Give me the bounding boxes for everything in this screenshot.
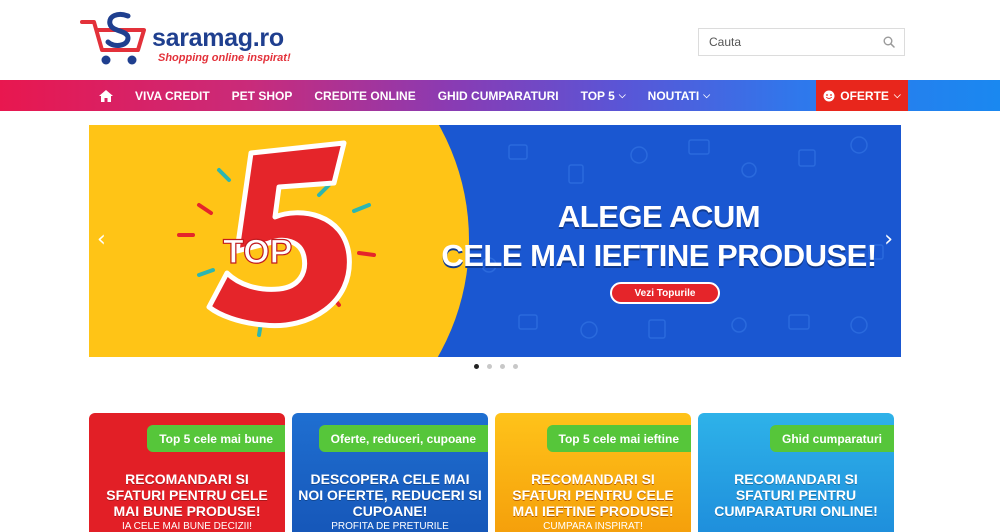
card-badge: Top 5 cele mai bune — [147, 425, 285, 452]
headline-line-2: CELE MAI IEFTINE PRODUSE! — [441, 238, 877, 273]
card-title: RECOMANDARI SI SFATURI PENTRU CELE MAI B… — [106, 471, 268, 519]
home-icon — [99, 89, 113, 102]
hero-slider[interactable]: TOP ALEGE ACUM CELE MAI IEFTINE PRODUSE!… — [89, 125, 901, 357]
chevron-down-icon: ⌵ — [703, 90, 711, 100]
card-subtitle: CUMPARA INSPIRAT! — [543, 521, 643, 532]
site-logo[interactable]: saramag.ro Shopping online inspirat! — [80, 10, 300, 70]
slider-dots — [474, 364, 518, 369]
nav-item-label: CREDITE ONLINE — [314, 88, 416, 103]
card-subtitle: PROFITA DE PRETURILE — [331, 521, 449, 532]
promo-card-ghid[interactable]: Ghid cumparaturi RECOMANDARI SI SFATURI … — [698, 413, 894, 532]
nav-item-top-5[interactable]: TOP 5 ⌵ — [570, 80, 637, 111]
nav-item-credite-online[interactable]: CREDITE ONLINE — [303, 80, 426, 111]
card-badge: Ghid cumparaturi — [769, 425, 894, 452]
slider-dot[interactable] — [513, 364, 518, 369]
top-label: TOP — [223, 233, 292, 271]
nav-home[interactable] — [88, 80, 124, 111]
promo-card-top5-ieftine[interactable]: Top 5 cele mai ieftine RECOMANDARI SI SF… — [495, 413, 691, 532]
search-icon[interactable] — [883, 36, 895, 48]
card-title: RECOMANDARI SI SFATURI PENTRU CUMPARATUR… — [714, 471, 878, 519]
search-input[interactable] — [699, 29, 879, 55]
chevron-down-icon: ⌵ — [618, 90, 626, 100]
header: saramag.ro Shopping online inspirat! — [0, 0, 1000, 80]
logo-name: saramag.ro — [152, 24, 284, 52]
promo-card-oferte[interactable]: Oferte, reduceri, cupoane DESCOPERA CELE… — [292, 413, 488, 532]
slider-headline: ALEGE ACUM CELE MAI IEFTINE PRODUSE! — [439, 197, 879, 275]
card-title: RECOMANDARI SI SFATURI PENTRU CELE MAI I… — [512, 471, 674, 519]
nav-item-viva-credit[interactable]: VIVA CREDIT — [124, 80, 221, 111]
chevron-right-icon[interactable]: › — [884, 229, 893, 251]
slider-dot[interactable] — [487, 364, 492, 369]
search-box[interactable] — [698, 28, 905, 56]
logo-tagline: Shopping online inspirat! — [158, 52, 291, 64]
promo-card-top5-bune[interactable]: Top 5 cele mai bune RECOMANDARI SI SFATU… — [89, 413, 285, 532]
headline-line-1: ALEGE ACUM — [557, 199, 761, 234]
nav-item-label: NOUTATI — [647, 88, 700, 103]
nav-item-label: VIVA CREDIT — [135, 88, 210, 103]
card-badge: Oferte, reduceri, cupoane — [318, 425, 488, 452]
nav-item-oferte[interactable]: OFERTE ⌵ — [816, 80, 908, 111]
slider-dot[interactable] — [474, 364, 479, 369]
vezi-topurile-button[interactable]: Vezi Topurile — [610, 282, 720, 304]
slider-dot[interactable] — [500, 364, 505, 369]
cart-logo-icon — [80, 11, 146, 65]
chevron-down-icon: ⌵ — [893, 90, 901, 100]
chevron-left-icon[interactable]: ‹ — [97, 229, 106, 251]
oferte-label: OFERTE — [840, 88, 889, 103]
top5-graphic: TOP — [177, 140, 376, 337]
emoji-icon — [823, 90, 835, 101]
nav-item-noutati[interactable]: NOUTATI ⌵ — [637, 80, 721, 111]
nav-item-pet-shop[interactable]: PET SHOP — [221, 80, 304, 111]
card-subtitle: IA CELE MAI BUNE DECIZII! — [121, 521, 253, 532]
card-title: DESCOPERA CELE MAI NOI OFERTE, REDUCERI … — [298, 471, 482, 519]
nav-item-label: GHID CUMPARATURI — [437, 88, 559, 103]
nav-item-ghid-cumparaturi[interactable]: GHID CUMPARATURI — [427, 80, 570, 111]
nav-item-label: PET SHOP — [231, 88, 293, 103]
nav-item-label: TOP 5 — [580, 88, 615, 103]
card-badge: Top 5 cele mai ieftine — [546, 425, 691, 452]
